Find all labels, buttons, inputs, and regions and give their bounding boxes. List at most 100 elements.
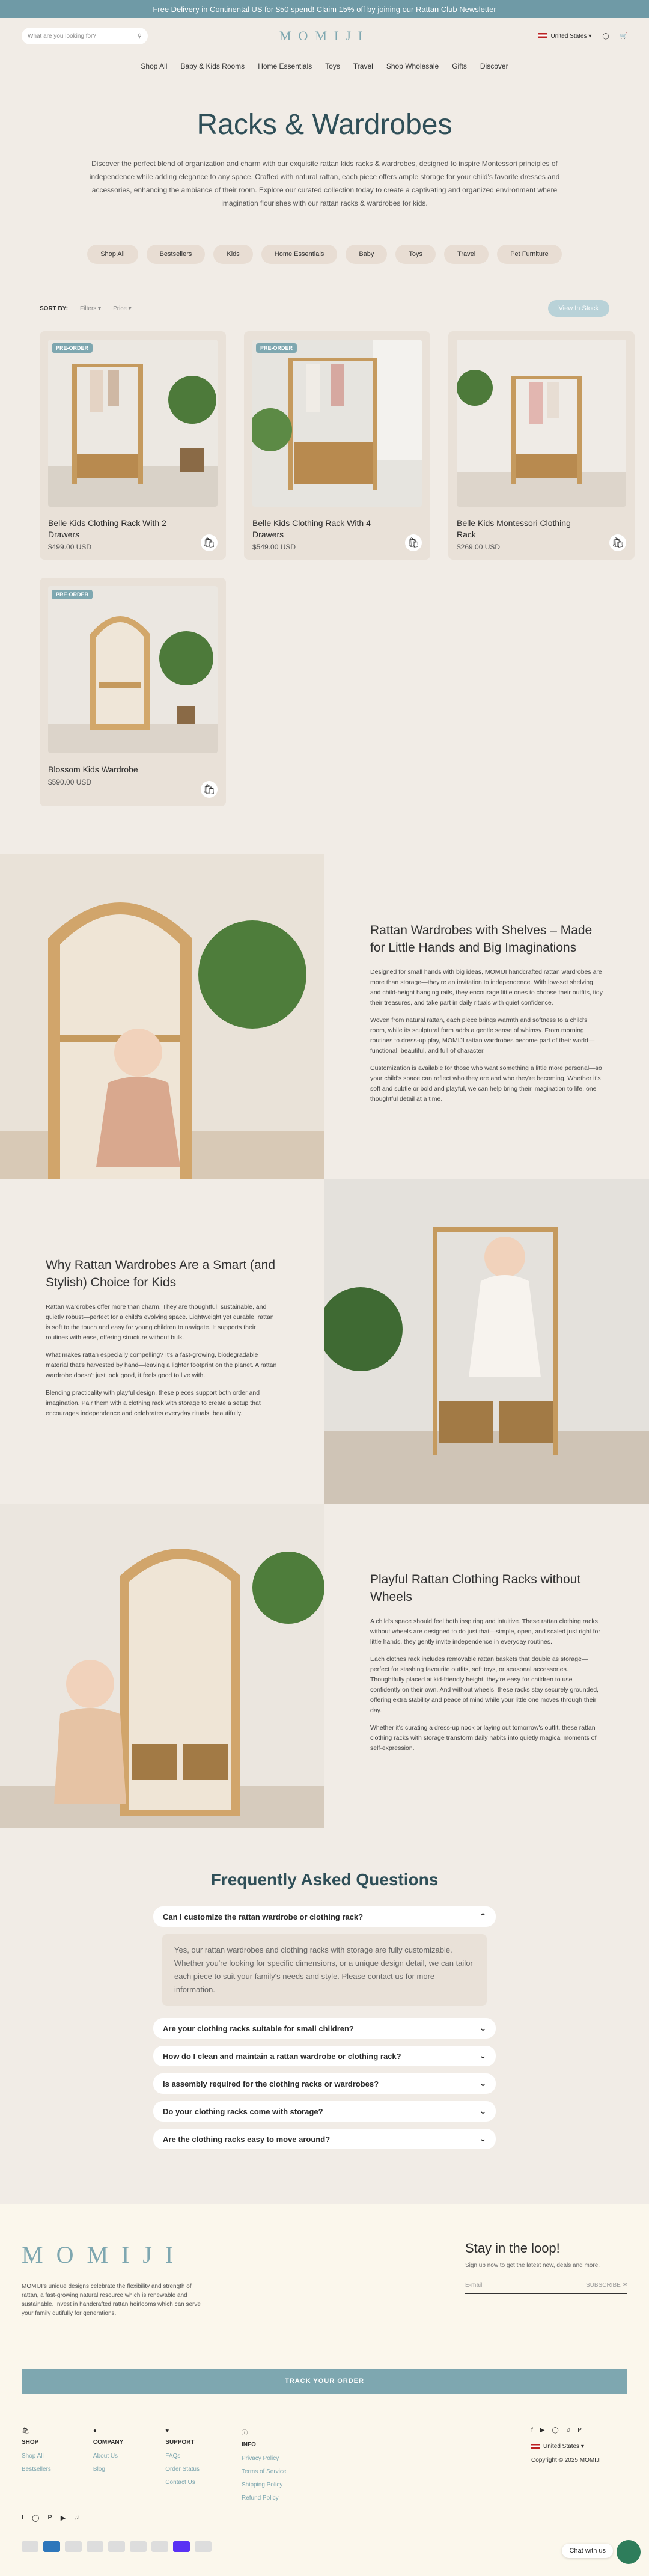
footer-right: f ▶ ◯ ♫ P United States ▾ Copyright © 20… bbox=[531, 2427, 627, 2464]
search-icon[interactable]: ⚲ bbox=[138, 33, 142, 40]
facebook-icon[interactable]: f bbox=[531, 2427, 533, 2434]
footer-social-small: f ◯ P ▶ ♫ bbox=[22, 2514, 79, 2522]
nav-item-toys[interactable]: Toys bbox=[325, 62, 340, 70]
email-field[interactable]: E-mail SUBSCRIBE ✉ bbox=[465, 2282, 627, 2294]
footer-link[interactable]: Order Status bbox=[165, 2466, 200, 2473]
chip-bestsellers[interactable]: Bestsellers bbox=[146, 245, 206, 264]
nav-item-shop-all[interactable]: Shop All bbox=[141, 62, 167, 70]
product-name[interactable]: Belle Kids Clothing Rack With 2 Drawers bbox=[48, 518, 180, 540]
faq-answer: Yes, our rattan wardrobes and clothing r… bbox=[162, 1934, 487, 2006]
product-image[interactable] bbox=[457, 340, 626, 507]
youtube-icon[interactable]: ▶ bbox=[61, 2514, 66, 2522]
search-input[interactable]: What are you looking for? ⚲ bbox=[22, 28, 148, 44]
tiktok-icon[interactable]: ♫ bbox=[566, 2427, 571, 2434]
nav-item-baby-kids[interactable]: Baby & Kids Rooms bbox=[180, 62, 245, 70]
product-card[interactable]: PRE-ORDER Blossom Kids Wardrobe $590.00 … bbox=[40, 578, 226, 806]
footer-col-title: SHOP bbox=[22, 2439, 39, 2446]
product-grid: PRE-ORDER Belle Kids Clothing Rack With … bbox=[0, 331, 649, 854]
feature-paragraph: Each clothes rack includes removable rat… bbox=[370, 1656, 599, 1714]
country-selector[interactable]: United States ▾ bbox=[538, 33, 591, 40]
footer-col-company: ● COMPANY About Us Blog bbox=[93, 2428, 123, 2508]
nav-item-travel[interactable]: Travel bbox=[353, 62, 373, 70]
email-placeholder: E-mail bbox=[465, 2282, 483, 2289]
faq-question[interactable]: Do your clothing racks come with storage… bbox=[153, 2101, 496, 2122]
nav-item-wholesale[interactable]: Shop Wholesale bbox=[386, 62, 439, 70]
product-name[interactable]: Blossom Kids Wardrobe bbox=[48, 764, 180, 776]
nav-item-gifts[interactable]: Gifts bbox=[452, 62, 467, 70]
quick-add-bag-icon[interactable]: 🛍 bbox=[609, 534, 626, 551]
faq-question[interactable]: How do I clean and maintain a rattan war… bbox=[153, 2046, 496, 2066]
faq-question-open[interactable]: Can I customize the rattan wardrobe or c… bbox=[153, 1906, 496, 1927]
nav-item-home-essentials[interactable]: Home Essentials bbox=[258, 62, 312, 70]
sort-label: SORT BY: bbox=[40, 305, 69, 312]
apple-pay-icon bbox=[65, 2541, 82, 2552]
instagram-icon[interactable]: ◯ bbox=[552, 2427, 558, 2434]
bag-icon: 🛍 bbox=[22, 2428, 29, 2434]
product-price: $499.00 USD bbox=[48, 543, 92, 551]
cart-icon[interactable]: 🛒 bbox=[620, 33, 627, 40]
chevron-up-icon: ⌃ bbox=[480, 1912, 486, 1921]
chip-pet-furniture[interactable]: Pet Furniture bbox=[497, 245, 562, 264]
faq-question[interactable]: Are your clothing racks suitable for sma… bbox=[153, 2018, 496, 2039]
subscribe-button[interactable]: SUBSCRIBE ✉ bbox=[586, 2282, 627, 2289]
pinterest-icon[interactable]: P bbox=[47, 2514, 52, 2522]
chip-home-essentials[interactable]: Home Essentials bbox=[261, 245, 338, 264]
google-pay-icon bbox=[130, 2541, 147, 2552]
chip-shop-all[interactable]: Shop All bbox=[87, 245, 138, 264]
footer-link[interactable]: Privacy Policy bbox=[242, 2455, 286, 2462]
track-order-button[interactable]: TRACK YOUR ORDER bbox=[22, 2369, 627, 2394]
facebook-icon[interactable]: f bbox=[22, 2514, 23, 2522]
faq-question: Can I customize the rattan wardrobe or c… bbox=[163, 1912, 364, 1921]
quick-add-bag-icon[interactable]: 🛍 bbox=[405, 534, 422, 551]
footer-link[interactable]: Contact Us bbox=[165, 2479, 200, 2486]
footer-link[interactable]: Refund Policy bbox=[242, 2495, 286, 2501]
filters-label: Filters bbox=[80, 305, 97, 312]
youtube-icon[interactable]: ▶ bbox=[540, 2427, 545, 2434]
nav-item-discover[interactable]: Discover bbox=[480, 62, 508, 70]
footer-link[interactable]: Terms of Service bbox=[242, 2468, 286, 2475]
product-image[interactable]: PRE-ORDER bbox=[252, 340, 422, 507]
chip-baby[interactable]: Baby bbox=[346, 245, 388, 264]
newsletter-subtitle: Sign up now to get the latest new, deals… bbox=[465, 2262, 600, 2269]
footer-link[interactable]: FAQs bbox=[165, 2453, 200, 2459]
account-icon[interactable]: ◯ bbox=[602, 33, 609, 40]
footer-description: MOMIJI's unique designs celebrate the fl… bbox=[22, 2283, 201, 2317]
chat-label[interactable]: Chat with us bbox=[562, 2544, 613, 2558]
pinterest-icon[interactable]: P bbox=[577, 2427, 582, 2434]
chip-travel[interactable]: Travel bbox=[444, 245, 489, 264]
filters-dropdown[interactable]: Filters ▾ bbox=[80, 305, 101, 312]
quick-add-bag-icon[interactable]: 🛍 bbox=[201, 781, 218, 798]
product-image[interactable]: PRE-ORDER bbox=[48, 586, 218, 753]
footer-col-shop: 🛍 SHOP Shop All Bestsellers bbox=[22, 2428, 51, 2508]
product-name[interactable]: Belle Kids Clothing Rack With 4 Drawers bbox=[252, 518, 385, 540]
newsletter-title: Stay in the loop! bbox=[465, 2241, 560, 2256]
page-description: Discover the perfect blend of organizati… bbox=[89, 159, 560, 207]
chip-toys[interactable]: Toys bbox=[395, 245, 436, 264]
product-image[interactable]: PRE-ORDER bbox=[48, 340, 218, 507]
logo[interactable]: MOMIJI bbox=[279, 28, 370, 44]
instagram-icon[interactable]: ◯ bbox=[32, 2514, 39, 2522]
footer-link[interactable]: Blog bbox=[93, 2466, 123, 2473]
footer-link[interactable]: Bestsellers bbox=[22, 2466, 51, 2473]
tiktok-icon[interactable]: ♫ bbox=[74, 2514, 79, 2522]
product-card[interactable]: PRE-ORDER Belle Kids Clothing Rack With … bbox=[244, 331, 430, 560]
price-label: Price bbox=[113, 305, 127, 312]
faq-question[interactable]: Are the clothing racks easy to move arou… bbox=[153, 2129, 496, 2149]
product-name[interactable]: Belle Kids Montessori Clothing Rack bbox=[457, 518, 589, 540]
chip-kids[interactable]: Kids bbox=[213, 245, 253, 264]
in-stock-button[interactable]: View In Stock bbox=[547, 300, 609, 317]
feature-paragraph: Woven from natural rattan, each piece br… bbox=[370, 1017, 595, 1054]
faq-question[interactable]: Is assembly required for the clothing ra… bbox=[153, 2073, 496, 2094]
chat-icon[interactable] bbox=[617, 2540, 641, 2564]
footer-link[interactable]: Shop All bbox=[22, 2453, 51, 2459]
chevron-down-icon: ⌄ bbox=[480, 2134, 486, 2143]
quick-add-bag-icon[interactable]: 🛍 bbox=[201, 534, 218, 551]
footer-link[interactable]: Shipping Policy bbox=[242, 2482, 286, 2488]
footer-country-selector[interactable]: United States ▾ bbox=[531, 2443, 627, 2450]
product-card[interactable]: PRE-ORDER Belle Kids Clothing Rack With … bbox=[40, 331, 226, 560]
product-card[interactable]: Belle Kids Montessori Clothing Rack $269… bbox=[448, 331, 635, 560]
globe-icon: ● bbox=[93, 2428, 97, 2434]
price-dropdown[interactable]: Price ▾ bbox=[113, 305, 132, 312]
preorder-badge: PRE-ORDER bbox=[256, 343, 297, 353]
footer-link[interactable]: About Us bbox=[93, 2453, 123, 2459]
